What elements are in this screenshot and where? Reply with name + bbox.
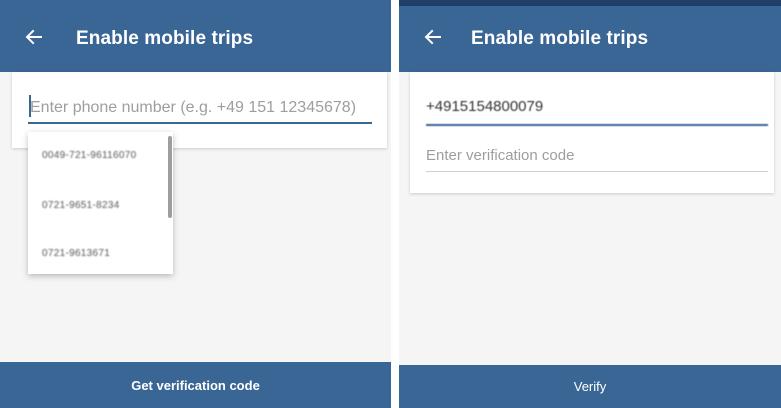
app-bar: Enable mobile trips bbox=[0, 0, 391, 72]
text-cursor bbox=[29, 95, 31, 117]
get-verification-code-button[interactable]: Get verification code bbox=[0, 362, 391, 408]
arrow-left-icon[interactable] bbox=[24, 27, 44, 47]
phone-number-field[interactable]: +4915154800079 bbox=[426, 94, 768, 126]
scrollbar[interactable] bbox=[168, 136, 172, 218]
page-title: Enable mobile trips bbox=[471, 28, 649, 49]
suggestion-item[interactable]: 0721-9613671 bbox=[42, 248, 110, 259]
verification-card: +4915154800079 bbox=[410, 72, 774, 193]
suggestion-item[interactable]: 0721-9651-8234 bbox=[42, 200, 120, 211]
verification-screen: Enable mobile trips +4915154800079 Verif… bbox=[399, 0, 781, 408]
phone-number-input[interactable] bbox=[28, 94, 372, 124]
suggestion-item[interactable]: 0049-721-96116070 bbox=[42, 150, 136, 161]
arrow-left-icon[interactable] bbox=[423, 27, 443, 47]
app-bar: Enable mobile trips bbox=[399, 0, 781, 72]
phone-suggestions-dropdown: 0049-721-96116070 0721-9651-8234 0721-96… bbox=[28, 132, 173, 274]
verify-button[interactable]: Verify bbox=[399, 365, 781, 408]
page-title: Enable mobile trips bbox=[76, 28, 254, 49]
verification-code-input[interactable] bbox=[426, 140, 768, 172]
phone-entry-screen: Enable mobile trips 0049-721-96116070 07… bbox=[0, 0, 391, 408]
